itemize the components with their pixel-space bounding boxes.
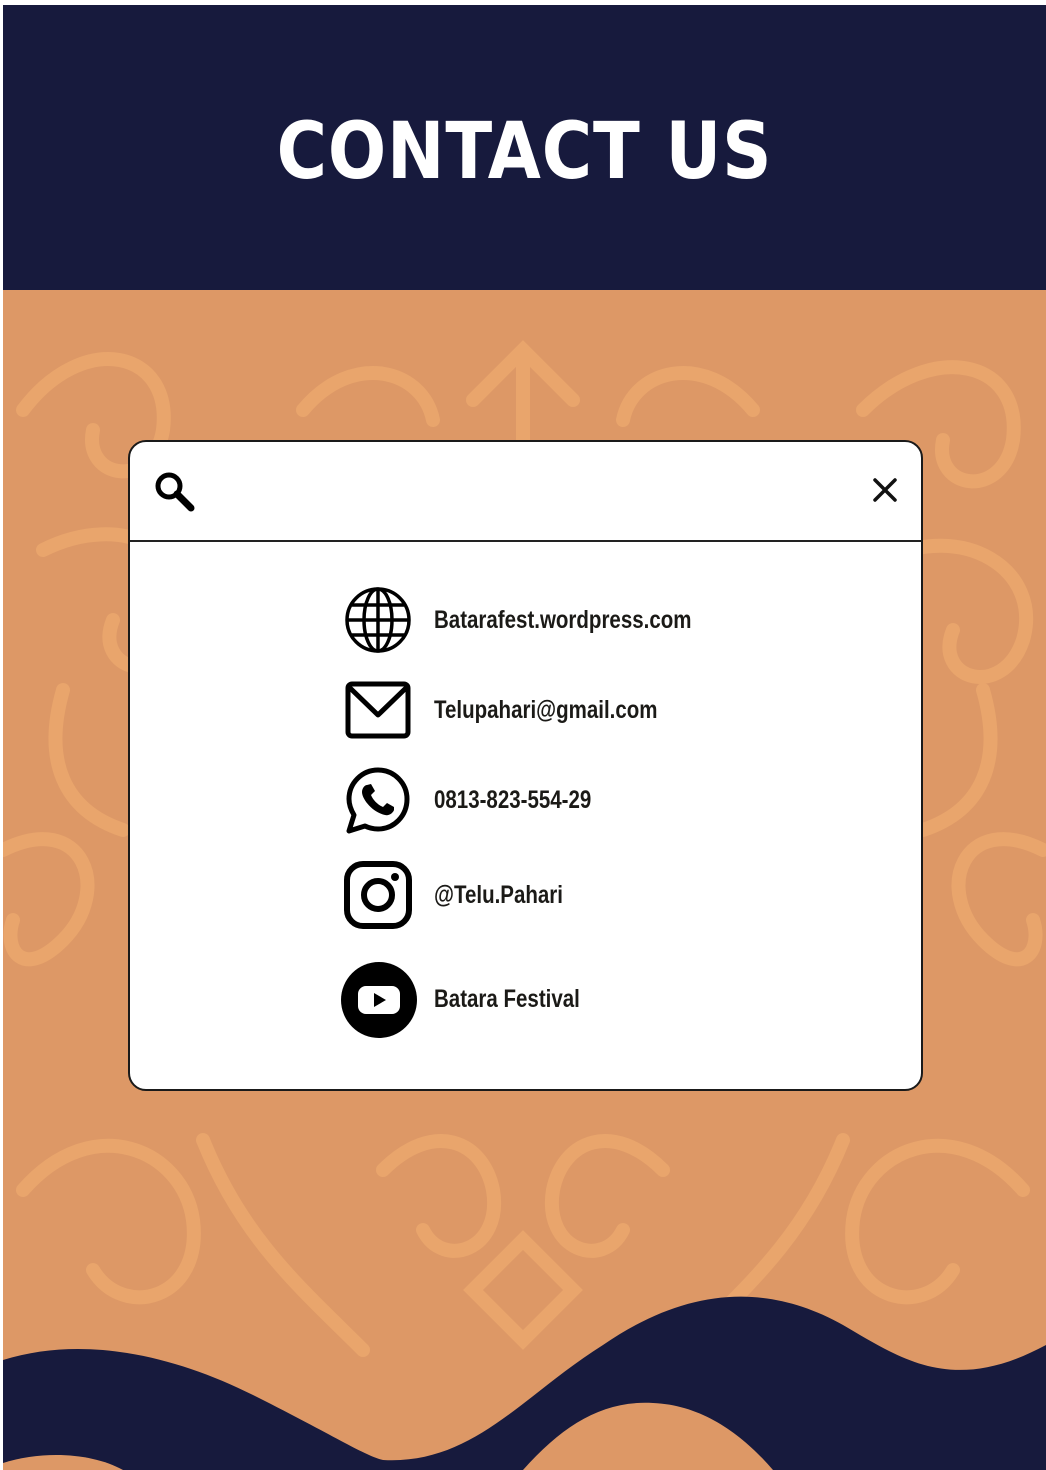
contact-item-email[interactable]: Telupahari@gmail.com: [343, 675, 843, 745]
search-icon[interactable]: [152, 469, 196, 513]
header-banner: CONTACT US: [3, 5, 1046, 290]
whatsapp-icon: [346, 767, 410, 834]
page-title: CONTACT US: [276, 107, 773, 197]
mail-icon: [345, 681, 411, 739]
email-label: Telupahari@gmail.com: [434, 696, 658, 724]
globe-icon: [345, 587, 411, 653]
youtube-label: Batara Festival: [434, 985, 580, 1013]
search-bar: [130, 442, 921, 542]
contact-page: CONTACT US Batarafest.wordpress.com Telu…: [3, 5, 1046, 1470]
contact-item-website[interactable]: Batarafest.wordpress.com: [343, 585, 843, 655]
bottom-wave-decoration: [3, 1296, 1046, 1470]
contact-item-youtube[interactable]: Batara Festival: [341, 960, 843, 1038]
instagram-icon: [344, 861, 412, 929]
instagram-label: @Telu.Pahari: [434, 881, 563, 909]
contact-item-whatsapp[interactable]: 0813-823-554-29: [343, 765, 843, 835]
youtube-icon: [341, 962, 417, 1038]
search-input[interactable]: [210, 464, 834, 518]
close-icon[interactable]: [870, 475, 900, 505]
contact-card: Batarafest.wordpress.com Telupahari@gmai…: [128, 440, 923, 1091]
phone-label: 0813-823-554-29: [434, 786, 592, 814]
website-label: Batarafest.wordpress.com: [434, 606, 692, 634]
contact-item-instagram[interactable]: @Telu.Pahari: [343, 860, 843, 930]
